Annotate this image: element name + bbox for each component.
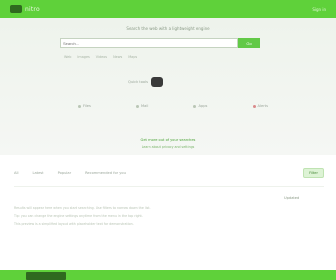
nav-label: Apps bbox=[198, 104, 208, 108]
alert-dot-icon bbox=[252, 104, 256, 108]
content-line: This preview is a simplified layout with… bbox=[14, 222, 134, 226]
filter-all[interactable]: All bbox=[14, 171, 18, 175]
search-input[interactable] bbox=[60, 38, 238, 48]
logo-icon bbox=[10, 5, 22, 13]
nav-label: Alerts bbox=[257, 104, 268, 108]
dot-icon bbox=[193, 104, 197, 108]
nav-alerts[interactable]: Alerts bbox=[252, 104, 268, 108]
updated-label: Updated bbox=[284, 196, 300, 200]
tools-icon bbox=[150, 77, 163, 87]
logo-text: nitro bbox=[25, 5, 40, 13]
quick-tools-chip[interactable]: Quick tools bbox=[128, 77, 163, 87]
filter-latest[interactable]: Latest bbox=[32, 171, 43, 175]
nav-label: Mail bbox=[141, 104, 149, 108]
logo[interactable]: nitro bbox=[10, 5, 40, 13]
filter-button[interactable]: Filter bbox=[303, 168, 324, 178]
link-videos[interactable]: Videos bbox=[96, 55, 107, 59]
dot-icon bbox=[78, 104, 81, 108]
link-web[interactable]: Web bbox=[64, 55, 71, 59]
nav-apps[interactable]: Apps bbox=[193, 104, 207, 108]
search-type-links: Web Images Videos News Maps bbox=[64, 55, 137, 59]
promo-link[interactable]: Get more out of your searches bbox=[0, 138, 336, 142]
quick-nav: Files Mail Apps Alerts bbox=[78, 104, 268, 108]
sign-in-link[interactable]: Sign in bbox=[312, 7, 326, 12]
hero-title: Search the web with a lightweight engine bbox=[126, 26, 210, 31]
footer-tab[interactable] bbox=[26, 272, 66, 280]
top-bar: nitro Sign in bbox=[0, 0, 336, 18]
content-line: Results will appear here when you start … bbox=[14, 206, 151, 210]
chip-label: Quick tools bbox=[128, 80, 148, 84]
search-bar: Go bbox=[60, 38, 260, 48]
filter-recommended[interactable]: Recommended for you bbox=[85, 171, 126, 175]
nav-files[interactable]: Files bbox=[78, 104, 91, 108]
link-images[interactable]: Images bbox=[77, 55, 89, 59]
link-maps[interactable]: Maps bbox=[128, 55, 137, 59]
promo-sublink[interactable]: Learn about privacy and settings bbox=[0, 145, 336, 149]
link-news[interactable]: News bbox=[113, 55, 122, 59]
nav-mail[interactable]: Mail bbox=[136, 104, 148, 108]
nav-label: Files bbox=[83, 104, 91, 108]
hero: Search the web with a lightweight engine… bbox=[0, 18, 336, 155]
divider bbox=[14, 186, 324, 187]
filter-popular[interactable]: Popular bbox=[58, 171, 71, 175]
filters-bar: All Latest Popular Recommended for you F… bbox=[14, 166, 324, 180]
dot-icon bbox=[136, 104, 140, 108]
content-line: Tip: you can change the engine settings … bbox=[14, 214, 143, 218]
search-button[interactable]: Go bbox=[238, 38, 260, 48]
